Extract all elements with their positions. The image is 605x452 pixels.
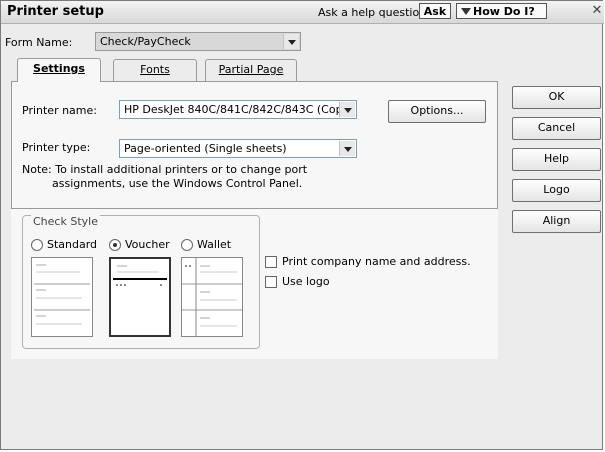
standard-preview [31,257,93,337]
note-line-2: assignments, use the Windows Control Pan… [52,177,303,190]
wallet-preview [181,257,243,337]
radio-wallet-label[interactable]: Wallet [197,238,231,251]
use-logo-label[interactable]: Use logo [282,275,330,288]
form-name-select[interactable]: Check/PayCheck [95,32,301,51]
options-button[interactable]: Options... [388,100,486,123]
how-do-i-button[interactable]: How Do I? [456,3,547,19]
form-name-label: Form Name: [5,36,73,49]
tab-fonts-label: Fonts [140,63,170,76]
tab-settings[interactable]: Settings [17,58,101,82]
voucher-check-thumbnail [113,265,167,286]
printer-type-label: Printer type: [22,141,91,154]
radio-standard[interactable] [31,239,43,251]
wallet-check-thumbnail [182,258,242,336]
printer-note: Note: To install additional printers or … [22,163,342,191]
standard-check-thumbnail [34,264,90,325]
printer-name-value: HP DeskJet 840C/841C/842C/843C (Copy [124,103,350,116]
dropdown-triangle-icon [461,8,471,15]
printer-type-select[interactable]: Page-oriented (Single sheets) [119,139,357,158]
tab-partial-page-label: Partial Page [218,63,284,76]
chevron-down-icon[interactable] [283,34,299,49]
radio-voucher-label[interactable]: Voucher [125,238,170,251]
how-do-i-label: How Do I? [473,5,535,18]
window-title: Printer setup [7,4,104,19]
chevron-down-icon[interactable] [339,102,355,117]
printer-name-label: Printer name: [22,104,97,117]
print-company-label[interactable]: Print company name and address. [282,255,471,268]
use-logo-checkbox[interactable] [265,276,277,288]
close-icon[interactable]: ✕ [590,3,604,19]
radio-standard-label[interactable]: Standard [47,238,97,251]
printer-type-value: Page-oriented (Single sheets) [124,142,287,155]
align-button[interactable]: Align [512,210,601,233]
logo-button[interactable]: Logo [512,179,601,202]
tab-partial-page[interactable]: Partial Page [205,59,297,81]
printer-name-select[interactable]: HP DeskJet 840C/841C/842C/843C (Copy [119,100,357,119]
radio-wallet[interactable] [181,239,193,251]
note-line-1: Note: To install additional printers or … [22,163,308,176]
help-button[interactable]: Help [512,148,601,171]
cancel-button[interactable]: Cancel [512,117,601,140]
print-company-checkbox[interactable] [265,256,277,268]
title-bar: Printer setup Ask a help question Ask Ho… [1,1,604,24]
tab-settings-label: Settings [33,62,85,75]
radio-voucher[interactable] [109,239,121,251]
form-name-value: Check/PayCheck [100,35,191,48]
ask-button[interactable]: Ask [419,3,451,19]
tab-fonts[interactable]: Fonts [113,59,197,81]
printer-setup-window: Printer setup Ask a help question Ask Ho… [0,0,604,450]
ok-button[interactable]: OK [512,86,601,109]
chevron-down-icon[interactable] [339,141,355,156]
check-style-legend: Check Style [31,215,100,228]
ask-help-prompt: Ask a help question [318,6,427,19]
voucher-preview [109,257,171,337]
